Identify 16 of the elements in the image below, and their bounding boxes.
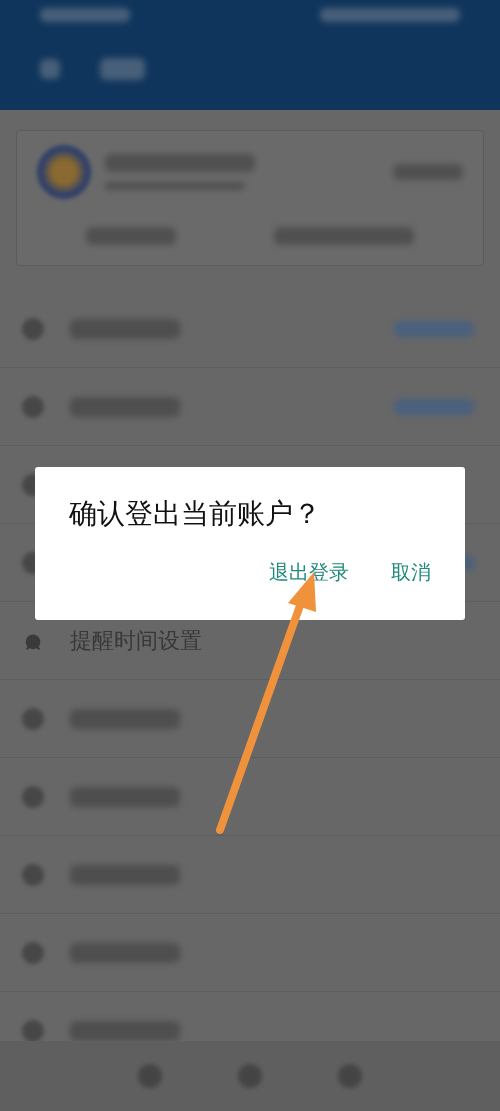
blurred-row-icon (22, 1019, 44, 1042)
blurred-row-icon (22, 317, 44, 340)
blurred-row-icon (22, 395, 44, 418)
blurred-nav-icon (138, 1064, 162, 1088)
blurred-card-action (393, 164, 463, 180)
dialog-message: 确认登出当前账户？ (69, 496, 322, 532)
blurred-row-icon (22, 707, 44, 730)
blurred-back-icon (40, 59, 60, 79)
blurred-nav-icon (338, 1064, 362, 1088)
avatar-icon (37, 145, 91, 199)
blurred-title (100, 58, 145, 80)
blurred-row-icon (22, 941, 44, 964)
blurred-nav-icon (238, 1064, 262, 1088)
blurred-row-icon (22, 863, 44, 886)
dialog-button[interactable]: 退出登录 (263, 555, 355, 590)
blurred-row-icon (22, 785, 44, 808)
